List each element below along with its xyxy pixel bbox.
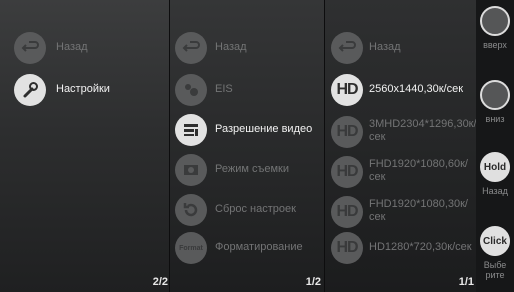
select-label: Выбе рите [483,260,507,280]
page-indicator: 2/2 [152,276,168,288]
resolution-option-label: 2560x1440,30к/сек [369,83,464,95]
hd-icon: HD [331,116,363,148]
menu-item-back[interactable]: Назад [0,28,170,68]
rotate-up-icon [480,6,510,36]
menu-item-label: Сброс настроек [215,203,296,215]
menu-panel-settings: Назад EIS Разрешение видео Режим съемки … [170,0,325,292]
click-select-button[interactable]: Click Выбе рите [476,226,514,280]
menu-item-reset-settings[interactable]: Сброс настроек [170,190,325,230]
resolution-option-label: FHD1920*1080,60к/сек [369,158,468,183]
wrench-icon [14,74,46,106]
click-icon: Click [480,226,510,256]
hd-icon: HD [331,232,363,264]
back-arrow-icon [14,32,46,64]
resolution-option-label: HD1280*720,30к/сек [369,241,472,253]
hold-icon: Hold [480,152,510,182]
menu-panel-resolution: Назад HD 2560x1440,30к/сек HD 3MHD2304*1… [325,0,476,292]
hold-back-button[interactable]: Hold Назад [476,152,514,196]
resolution-option[interactable]: HD 2560x1440,30к/сек [325,70,476,110]
resolution-option[interactable]: HD HD1280*720,30к/сек [325,228,476,268]
hd-icon: HD [331,156,363,188]
menu-item-eis[interactable]: EIS [170,70,325,110]
down-label: вниз [485,114,505,124]
format-icon: Format [175,232,207,264]
menu-item-label: Режим съемки [215,163,289,175]
back-arrow-icon [331,32,363,64]
menu-panel-main: Назад Настройки 2/2 [0,0,170,292]
menu-item-settings[interactable]: Настройки [0,70,170,110]
menu-item-label: Настройки [56,83,110,95]
page-indicator: 1/2 [305,276,321,288]
menu-item-label: Форматирование [215,241,303,253]
control-hints-sidebar: вверх вниз Hold Назад Click Выбе рите [476,0,514,292]
reset-icon [175,194,207,226]
menu-item-label: Назад [215,41,247,53]
camera-mode-icon [175,154,207,186]
menu-item-video-resolution[interactable]: Разрешение видео [170,110,325,150]
back-label: Назад [482,186,508,196]
resolution-icon [175,114,207,146]
menu-item-format[interactable]: Format Форматирование [170,228,325,268]
menu-item-shooting-mode[interactable]: Режим съемки [170,150,325,190]
resolution-option[interactable]: HD FHD1920*1080,30к/сек [325,192,476,232]
up-label: вверх [483,40,507,50]
down-button[interactable]: вниз [476,80,514,124]
up-button[interactable]: вверх [476,6,514,50]
menu-item-label: EIS [215,83,233,95]
stabilization-icon [175,74,207,106]
back-arrow-icon [175,32,207,64]
page-indicator: 1/1 [458,276,474,288]
resolution-option[interactable]: HD 3MHD2304*1296,30к/сек [325,112,476,152]
menu-item-label: Разрешение видео [215,123,313,135]
menu-item-label: Назад [56,41,88,53]
hd-icon: HD [331,74,363,106]
resolution-option-label: 3MHD2304*1296,30к/сек [369,118,476,143]
menu-item-back[interactable]: Назад [170,28,325,68]
resolution-option-label: FHD1920*1080,30к/сек [369,198,468,223]
hd-icon: HD [331,196,363,228]
rotate-down-icon [480,80,510,110]
resolution-option[interactable]: HD FHD1920*1080,60к/сек [325,152,476,192]
menu-item-back[interactable]: Назад [325,28,476,68]
menu-item-label: Назад [369,41,401,53]
